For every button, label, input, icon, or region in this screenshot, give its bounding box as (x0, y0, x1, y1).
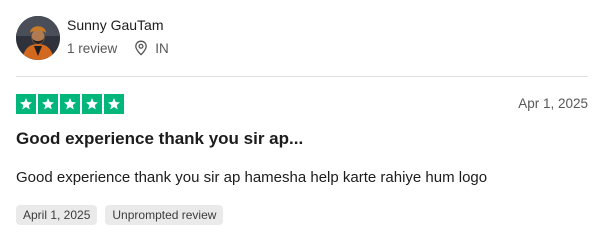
star-icon (60, 94, 80, 114)
reviewer-name[interactable]: Sunny GauTam (67, 16, 164, 34)
star-icon (82, 94, 102, 114)
date-of-experience-tag: April 1, 2025 (16, 205, 98, 225)
review-count: 1 review (67, 40, 118, 56)
divider (16, 76, 588, 77)
map-pin-icon (134, 40, 148, 56)
reviewer-country: IN (155, 40, 169, 56)
review-date: Apr 1, 2025 (518, 96, 588, 111)
avatar-photo (16, 16, 60, 60)
star-icon (38, 94, 58, 114)
star-icon (104, 94, 124, 114)
review-tags: April 1, 2025 Unprompted review (16, 205, 224, 225)
unprompted-review-tag[interactable]: Unprompted review (105, 205, 224, 225)
review-title[interactable]: Good experience thank you sir ap... (16, 128, 303, 150)
star-rating (16, 94, 124, 114)
reviewer-meta: 1 review IN (67, 39, 169, 57)
review-card: Sunny GauTam 1 review IN Apr 1, 2025 Goo… (0, 0, 604, 240)
review-body: Good experience thank you sir ap hamesha… (16, 169, 488, 186)
star-icon (16, 94, 36, 114)
reviewer-avatar[interactable] (16, 16, 60, 60)
